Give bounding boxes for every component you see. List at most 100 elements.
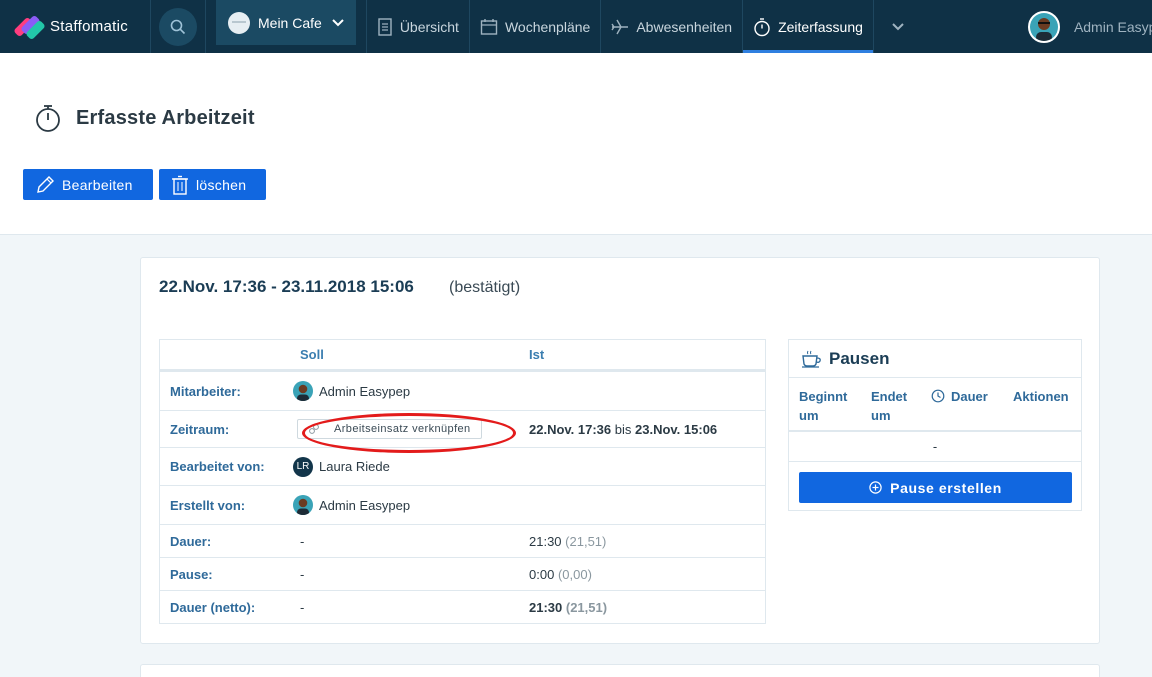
net-duration-decimal: (21,51) [565, 599, 608, 615]
edit-button[interactable]: Bearbeiten [23, 169, 153, 200]
delete-button-label: löschen [196, 176, 247, 193]
time-record-card: 22.Nov. 17:36 - 23.11.2018 15:06 (bestät… [140, 257, 1100, 644]
ist-cell: 21:30 (21,51) [529, 534, 765, 549]
table-row-edited-by: Bearbeitet von: LR Laura Riede [160, 447, 765, 485]
search-area [151, 0, 205, 53]
title-row: Erfasste Arbeitzeit [34, 103, 255, 133]
page-title: Erfasste Arbeitzeit [76, 106, 255, 129]
delete-button[interactable]: löschen [159, 169, 266, 200]
record-title: 22.Nov. 17:36 - 23.11.2018 15:06 [159, 277, 414, 296]
chevron-down-icon [892, 22, 904, 30]
nav-item-abwesenheiten[interactable]: Abwesenheiten [601, 0, 742, 53]
column-header-ist: Ist [529, 347, 545, 362]
soll-cell: - [300, 533, 305, 549]
nav-divider [205, 0, 206, 53]
nav-item-zeiterfassung[interactable]: Zeiterfassung [743, 0, 873, 53]
period-end: 23.Nov. 15:06 [635, 421, 718, 437]
soll-cell: LR Laura Riede [290, 456, 529, 477]
more-menu-button[interactable] [874, 0, 922, 53]
nav-item-label: Abwesenheiten [636, 18, 733, 35]
table-row-duration: Dauer: - 21:30 (21,51) [160, 524, 765, 557]
pausen-panel: Pausen Beginnt um Endet um Dauer Aktione… [788, 339, 1082, 511]
stopwatch-icon [36, 105, 60, 132]
avatar [293, 495, 313, 515]
pause-decimal: (0,00) [557, 566, 592, 582]
creator-name: Admin Easypep [319, 497, 411, 513]
workspace-name: Mein Cafe [258, 14, 322, 31]
column-header-actions: Aktionen [1013, 389, 1069, 404]
table-row-pause: Pause: - 0:00 (0,00) [160, 557, 765, 590]
coffee-cup-icon [802, 350, 821, 368]
user-menu[interactable]: Admin Easypep [1018, 0, 1152, 53]
record-table: Soll Ist Mitarbeiter: Admin Easypep Zeit… [159, 339, 766, 624]
avatar [293, 381, 313, 401]
nav-item-uebersicht[interactable]: Übersicht [367, 0, 469, 53]
table-header-row: Soll Ist [160, 340, 765, 371]
ist-cell: 0:00 (0,00) [529, 567, 765, 582]
duration-value: 21:30 [529, 533, 562, 549]
column-header-begin: Beginnt um [799, 389, 848, 423]
table-row-net-duration: Dauer (netto): - 21:30 (21,51) [160, 590, 765, 623]
period-start: 22.Nov. 17:36 [529, 421, 612, 437]
user-name: Admin Easypep [1073, 18, 1152, 35]
document-icon [378, 17, 392, 36]
column-header-end: Endet um [871, 389, 908, 423]
brand-name: Staffomatic [50, 18, 129, 35]
secondary-card [140, 664, 1100, 677]
nav-item-label: Zeiterfassung [778, 18, 863, 35]
employee-name: Admin Easypep [319, 383, 411, 399]
pausen-title: Pausen [829, 348, 890, 368]
soll-cell: - [300, 599, 305, 615]
net-duration-value: 21:30 [529, 599, 563, 615]
edit-button-label: Bearbeiten [62, 176, 133, 193]
row-label: Erstellt von: [170, 497, 246, 513]
create-pause-label: Pause erstellen [890, 479, 1002, 496]
pause-value: 0:00 [529, 566, 555, 582]
create-pause-button[interactable]: Pause erstellen [799, 472, 1072, 503]
table-row-period: Zeitraum: Arbeitseinsatz verknüpfen 22.N… [160, 410, 765, 447]
workspace-selector[interactable]: Mein Cafe [216, 0, 356, 45]
pausen-empty-row: - [789, 432, 1081, 462]
search-icon [170, 19, 186, 34]
brand[interactable]: Staffomatic [0, 0, 150, 53]
nav-item-label: Wochenpläne [504, 18, 591, 35]
editor-name: Laura Riede [319, 459, 390, 474]
search-button[interactable] [159, 7, 197, 46]
soll-cell: Admin Easypep [290, 381, 529, 401]
plane-icon [611, 19, 629, 34]
row-label: Pause: [170, 566, 213, 582]
cafe-icon [228, 11, 250, 34]
page-header: Erfasste Arbeitzeit Bearbeiten löschen [0, 53, 1152, 235]
top-navigation: Staffomatic Mein Cafe Übersicht Wochenpl… [0, 0, 1152, 53]
link-shift-button[interactable]: Arbeitseinsatz verknüpfen [297, 419, 482, 439]
pencil-icon [37, 175, 54, 193]
duration-decimal: (21,51) [565, 533, 607, 549]
nav-item-wochenplaene[interactable]: Wochenpläne [470, 0, 600, 53]
pausen-table-header: Beginnt um Endet um Dauer Aktionen [789, 378, 1081, 432]
soll-cell: - [300, 566, 305, 582]
row-label: Zeitraum: [170, 421, 230, 437]
stopwatch-icon [754, 17, 770, 36]
link-shift-label: Arbeitseinsatz verknüpfen [334, 423, 471, 435]
nav-item-label: Übersicht [399, 18, 459, 35]
staffomatic-logo-icon [13, 13, 46, 41]
ist-cell: 21:30 (21,51) [529, 600, 765, 615]
clock-icon [931, 389, 945, 403]
table-row-employee: Mitarbeiter: Admin Easypep [160, 371, 765, 410]
row-label: Dauer: [170, 533, 212, 549]
avatar [1027, 10, 1060, 43]
soll-cell: Admin Easypep [290, 495, 529, 515]
soll-cell: Arbeitseinsatz verknüpfen [290, 419, 529, 439]
chevron-down-icon [332, 18, 344, 26]
initials-avatar: LR [293, 456, 313, 477]
column-header-soll: Soll [300, 347, 324, 362]
link-icon [309, 424, 319, 434]
trash-icon [172, 175, 188, 195]
calendar-icon [480, 18, 498, 35]
ist-cell: 22.Nov. 17:36 bis 23.Nov. 15:06 [529, 422, 765, 437]
plus-circle-icon [869, 481, 882, 494]
period-between: bis [614, 421, 632, 437]
row-label: Mitarbeiter: [170, 383, 241, 399]
record-status: (bestätigt) [449, 279, 521, 296]
row-label: Bearbeitet von: [170, 459, 265, 474]
